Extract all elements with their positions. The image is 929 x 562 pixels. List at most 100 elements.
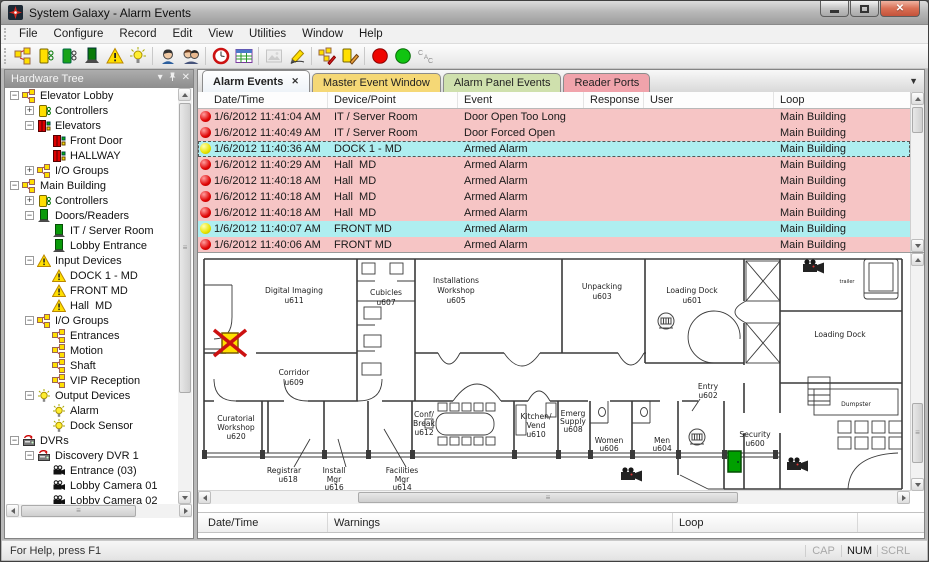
tree-expander-plus-icon[interactable]: + xyxy=(25,166,34,175)
event-row-4[interactable]: 1/6/2012 11:40:29 AMHall MDArmed AlarmMa… xyxy=(198,157,910,173)
tree-item-dock-sensor[interactable]: Dock Sensor xyxy=(6,418,178,433)
floorplan-map[interactable]: Digital Imagingu611Cubiclesu607Installat… xyxy=(198,253,914,491)
tree-item-main-building[interactable]: −Main Building xyxy=(6,178,178,193)
cac-reader-icon[interactable]: CAC xyxy=(414,46,437,67)
warnings-column-loop[interactable]: Loop xyxy=(673,513,858,532)
tab-master-event-window[interactable]: Master Event Window xyxy=(312,73,441,92)
event-row-9[interactable]: 1/6/2012 11:40:06 AMFRONT MDArmed AlarmM… xyxy=(198,237,910,252)
tree-item-shaft[interactable]: Shaft xyxy=(6,358,178,373)
titlebar[interactable]: System Galaxy - Alarm Events ✕ xyxy=(1,1,928,25)
signature-icon[interactable] xyxy=(285,46,308,67)
tree-expander-minus-icon[interactable]: − xyxy=(10,181,19,190)
tree-item-controllers[interactable]: +Controllers xyxy=(6,193,178,208)
menu-item-view[interactable]: View xyxy=(200,26,241,42)
hardware-tree-header[interactable]: Hardware Tree ▾ ✕ xyxy=(5,70,193,88)
floorplan-horizontal-scrollbar[interactable]: ≡ xyxy=(198,490,910,504)
scroll-left-arrow[interactable] xyxy=(198,491,211,504)
tree-vertical-scrollbar[interactable]: ≡ xyxy=(178,88,192,504)
scroll-up-arrow[interactable] xyxy=(178,88,191,101)
alarmed-door-icon[interactable] xyxy=(214,330,246,356)
tree-item-elevators[interactable]: −Elevators xyxy=(6,118,178,133)
tree-item-controllers[interactable]: +Controllers xyxy=(6,103,178,118)
tree-item-motion[interactable]: Motion xyxy=(6,343,178,358)
cardholders-icon[interactable] xyxy=(179,46,202,67)
time-schedules-icon[interactable] xyxy=(209,46,232,67)
close-button[interactable]: ✕ xyxy=(880,1,920,17)
tree-item-input-devices[interactable]: −Input Devices xyxy=(6,253,178,268)
smoke-detector-icon[interactable] xyxy=(658,313,674,329)
tree-horizontal-scrollbar[interactable]: ≡ xyxy=(6,504,192,518)
panel-close-icon[interactable]: ✕ xyxy=(182,72,190,85)
tab-alarm-events[interactable]: Alarm Events✕ xyxy=(202,70,310,92)
tree-expander-minus-icon[interactable]: − xyxy=(10,436,19,445)
tree-item-i-o-groups[interactable]: −I/O Groups xyxy=(6,313,178,328)
tab-reader-ports[interactable]: Reader Ports xyxy=(563,73,650,92)
reader-yellow-icon[interactable] xyxy=(34,46,57,67)
cctv-camera-icon-1[interactable] xyxy=(803,259,824,273)
table-vertical-scrollbar[interactable] xyxy=(910,92,924,252)
tree-item-hallway[interactable]: HALLWAY xyxy=(6,148,178,163)
floorplan-hscroll-thumb[interactable]: ≡ xyxy=(358,492,738,503)
warnings-column-date-time[interactable]: Date/Time xyxy=(198,513,328,532)
tree-item-dock-1-md[interactable]: DOCK 1 - MD xyxy=(6,268,178,283)
tree-expander-minus-icon[interactable]: − xyxy=(25,451,34,460)
tree-item-doors-readers[interactable]: −Doors/Readers xyxy=(6,208,178,223)
menu-item-configure[interactable]: Configure xyxy=(46,26,112,42)
tree-expander-plus-icon[interactable]: + xyxy=(25,106,34,115)
floorplan-vscroll-thumb[interactable]: ≡ xyxy=(912,403,923,463)
column-header-device-point[interactable]: Device/Point xyxy=(328,92,458,108)
door-config-icon[interactable] xyxy=(80,46,103,67)
event-row-3[interactable]: 1/6/2012 11:40:36 AMDOCK 1 - MDArmed Ala… xyxy=(198,141,910,157)
tree-item-elevator-lobby[interactable]: −Elevator Lobby xyxy=(6,88,178,103)
event-row-2[interactable]: 1/6/2012 11:40:49 AMIT / Server RoomDoor… xyxy=(198,125,910,141)
tab-list-dropdown-icon[interactable]: ▼ xyxy=(909,76,918,86)
start-events-icon[interactable] xyxy=(391,46,414,67)
floorplan-vertical-scrollbar[interactable]: ≡ xyxy=(910,253,924,491)
tree-scroll-thumb[interactable]: ≡ xyxy=(179,103,191,393)
column-header-date-time[interactable]: Date/Time xyxy=(198,92,328,108)
stop-events-icon[interactable] xyxy=(368,46,391,67)
menu-item-window[interactable]: Window xyxy=(294,26,351,42)
motion-sensor-icon[interactable] xyxy=(689,429,705,445)
scroll-down-arrow[interactable] xyxy=(178,491,191,504)
tree-item-discovery-dvr-1[interactable]: −Discovery DVR 1 xyxy=(6,448,178,463)
maximize-button[interactable] xyxy=(850,1,879,17)
scroll-up-arrow[interactable] xyxy=(911,253,924,266)
input-devices-icon[interactable] xyxy=(103,46,126,67)
event-row-8[interactable]: 1/6/2012 11:40:07 AMFRONT MDArmed AlarmM… xyxy=(198,221,910,237)
table-scroll-thumb[interactable] xyxy=(912,107,923,133)
column-header-response[interactable]: Response xyxy=(584,92,644,108)
scroll-down-arrow[interactable] xyxy=(911,478,924,491)
minimize-button[interactable] xyxy=(820,1,849,17)
panel-pin-icon[interactable] xyxy=(168,72,177,85)
reader-edit-icon[interactable] xyxy=(338,46,361,67)
reader-green-icon[interactable] xyxy=(57,46,80,67)
scroll-right-arrow[interactable] xyxy=(897,491,910,504)
tab-alarm-panel-events[interactable]: Alarm Panel Events xyxy=(443,73,562,92)
tree-item-entrance-03[interactable]: Entrance (03) xyxy=(6,463,178,478)
loop-config-icon[interactable] xyxy=(11,46,34,67)
tree-item-lobby-camera-01[interactable]: Lobby Camera 01 xyxy=(6,478,178,493)
tree-expander-plus-icon[interactable]: + xyxy=(25,196,34,205)
tree-item-hall-md[interactable]: Hall MD xyxy=(6,298,178,313)
warnings-column-warnings[interactable]: Warnings xyxy=(328,513,673,532)
cctv-camera-icon-3[interactable] xyxy=(787,457,808,471)
tree-hscroll-thumb[interactable]: ≡ xyxy=(21,505,136,517)
cctv-camera-icon-2[interactable] xyxy=(621,467,642,481)
menu-item-record[interactable]: Record xyxy=(111,26,164,42)
image-viewer-disabled-icon[interactable] xyxy=(262,46,285,67)
menu-item-help[interactable]: Help xyxy=(351,26,391,42)
loop-edit-icon[interactable] xyxy=(315,46,338,67)
output-devices-icon[interactable] xyxy=(126,46,149,67)
tab-close-icon[interactable]: ✕ xyxy=(291,76,299,87)
tree-item-vip-reception[interactable]: VIP Reception xyxy=(6,373,178,388)
tree-expander-minus-icon[interactable]: − xyxy=(25,316,34,325)
operator-icon[interactable] xyxy=(156,46,179,67)
column-header-event[interactable]: Event xyxy=(458,92,584,108)
panel-menu-chevron-icon[interactable]: ▾ xyxy=(158,72,163,85)
tree-expander-minus-icon[interactable]: − xyxy=(25,391,34,400)
tree-item-lobby-camera-02[interactable]: Lobby Camera 02 xyxy=(6,493,178,504)
scroll-right-arrow[interactable] xyxy=(179,504,192,517)
tree-expander-minus-icon[interactable]: − xyxy=(25,211,34,220)
tree-expander-minus-icon[interactable]: − xyxy=(25,121,34,130)
